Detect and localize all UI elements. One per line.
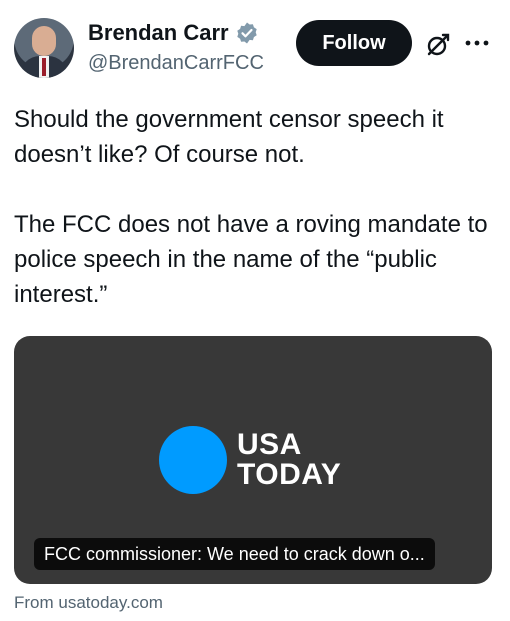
- card-headline[interactable]: FCC commissioner: We need to crack down …: [34, 538, 435, 570]
- logo-line-1: USA: [237, 428, 302, 461]
- grok-icon[interactable]: [425, 32, 451, 58]
- author-name-row: Brendan Carr: [88, 20, 259, 46]
- usa-today-logo: USA TODAY: [159, 426, 341, 494]
- link-card[interactable]: USA TODAY FCC commissioner: We need to c…: [14, 336, 492, 584]
- verified-badge-icon: [235, 21, 259, 45]
- avatar[interactable]: [14, 18, 74, 78]
- author-name[interactable]: Brendan Carr: [88, 20, 229, 46]
- tweet-text: Should the government censor speech it d…: [14, 106, 488, 308]
- logo-circle-icon: [159, 426, 227, 494]
- follow-button[interactable]: Follow: [296, 20, 412, 66]
- avatar-tie: [42, 58, 46, 76]
- author-handle[interactable]: @BrendanCarrFCC: [88, 52, 264, 75]
- logo-line-2: TODAY: [237, 458, 342, 491]
- avatar-face: [32, 26, 56, 56]
- card-source[interactable]: From usatoday.com: [14, 593, 163, 613]
- logo-text: USA TODAY: [237, 430, 341, 490]
- more-icon[interactable]: [463, 36, 493, 48]
